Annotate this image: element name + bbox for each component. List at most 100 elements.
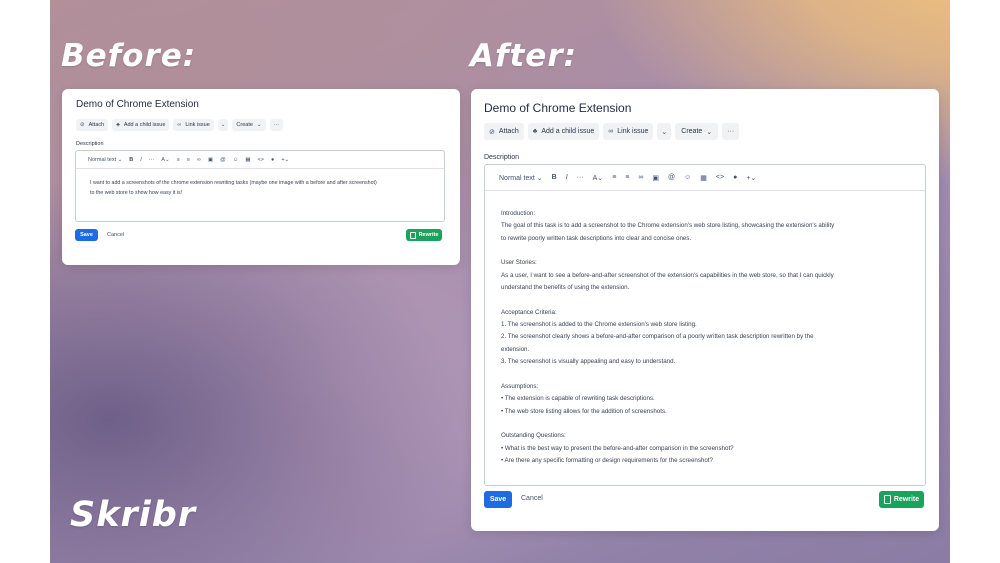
text-style-select[interactable]: Normal text ⌄ [499, 174, 543, 182]
text-line: • The extension is capable of rewriting … [501, 395, 655, 403]
description-editor[interactable]: Normal text ⌄ B I ··· A⌄ ≡ ≡ ∞ ▣ @ ☺ ▦ <… [75, 150, 445, 222]
mention-icon[interactable]: @ [220, 157, 226, 163]
create-button[interactable]: Create ⌄ [675, 123, 719, 140]
chevron-down-icon: ⌄ [220, 122, 226, 128]
create-label: Create [236, 122, 253, 128]
bullet-list-icon[interactable]: ≡ [612, 174, 616, 181]
cancel-button[interactable]: Cancel [521, 495, 543, 502]
insert-icon[interactable]: +⌄ [281, 157, 289, 163]
add-child-issue-button[interactable]: ♣ Add a child issue [112, 119, 170, 131]
bold-icon[interactable]: B [129, 157, 133, 163]
text-line: • What is the best way to present the be… [501, 444, 734, 452]
text-line: to the web store to show how easy it is! [90, 190, 183, 196]
child-issue-icon: ♣ [532, 128, 538, 135]
text-line: Acceptance Criteria: [501, 308, 557, 316]
create-button[interactable]: Create ⌄ [232, 119, 266, 131]
add-child-issue-label: Add a child issue [123, 122, 166, 128]
info-icon[interactable]: ● [733, 174, 737, 181]
text-line: Outstanding Questions: [501, 432, 566, 440]
text-line: As a user, I want to see a before-and-af… [501, 271, 834, 279]
text-line: The goal of this task is to add a screen… [501, 222, 835, 230]
after-panel: Demo of Chrome Extension ⊘ Attach ♣ Add … [471, 89, 939, 531]
text-line: I want to add a screenshots of the chrom… [90, 180, 377, 186]
attach-label: Attach [88, 122, 105, 128]
rewrite-label: Rewrite [418, 232, 439, 238]
link-issue-button[interactable]: ∞ Link issue [173, 119, 214, 131]
issue-title[interactable]: Demo of Chrome Extension [76, 99, 199, 110]
link-issue-button[interactable]: ∞ Link issue [603, 123, 654, 140]
text-line: User Stories: [501, 259, 537, 267]
document-icon [409, 231, 416, 239]
italic-icon[interactable]: I [566, 174, 568, 181]
link-issue-label: Link issue [617, 128, 649, 135]
paperclip-icon: ⊘ [489, 128, 495, 136]
editor-content[interactable]: Introduction: The goal of this task is t… [501, 208, 834, 467]
attach-label: Attach [498, 128, 519, 135]
more-icon: ··· [273, 122, 280, 128]
text-line: Assumptions: [501, 382, 539, 390]
more-actions-button[interactable]: ··· [722, 123, 740, 140]
text-line [501, 245, 834, 257]
editor-content[interactable]: I want to add a screenshots of the chrom… [90, 178, 377, 198]
issue-title[interactable]: Demo of Chrome Extension [484, 101, 631, 115]
before-heading: Before: [61, 38, 197, 74]
text-line [501, 418, 834, 430]
bold-icon[interactable]: B [552, 174, 557, 181]
info-icon[interactable]: ● [271, 157, 274, 163]
chevron-down-icon: ⌄ [536, 174, 543, 182]
create-label: Create [681, 128, 703, 135]
numbered-list-icon[interactable]: ≡ [625, 174, 629, 181]
chevron-down-icon: ⌄ [706, 128, 713, 136]
more-icon: ··· [727, 128, 735, 135]
text-color-icon[interactable]: A⌄ [593, 174, 604, 182]
text-line: 3. The screenshot is visually appealing … [501, 358, 676, 366]
link-issue-dropdown[interactable]: ⌄ [217, 119, 229, 131]
text-line: • Are there any specific formatting or d… [501, 456, 713, 464]
link-icon: ∞ [608, 128, 614, 135]
text-line: • The web store listing allows for the a… [501, 407, 667, 415]
more-formatting-icon[interactable]: ··· [149, 157, 155, 163]
save-button[interactable]: Save [75, 229, 98, 241]
emoji-icon[interactable]: ☺ [684, 174, 691, 181]
text-color-icon[interactable]: A⌄ [161, 157, 169, 163]
child-issue-icon: ♣ [116, 122, 120, 128]
rewrite-label: Rewrite [893, 496, 920, 503]
text-style-label: Normal text [88, 156, 117, 163]
cancel-button[interactable]: Cancel [107, 232, 124, 238]
attach-button[interactable]: ⊘ Attach [484, 123, 524, 140]
table-icon[interactable]: ▦ [245, 157, 250, 163]
link-icon: ∞ [177, 122, 182, 128]
code-icon[interactable]: <> [716, 174, 724, 181]
insert-icon[interactable]: +⌄ [746, 174, 756, 182]
image-icon[interactable]: ▣ [208, 157, 213, 163]
mention-icon[interactable]: @ [668, 174, 675, 181]
add-child-issue-button[interactable]: ♣ Add a child issue [527, 123, 600, 140]
before-panel: Demo of Chrome Extension ⊘ Attach ♣ Add … [62, 89, 460, 265]
attach-button[interactable]: ⊘ Attach [76, 119, 109, 131]
text-line: to rewrite poorly written task descripti… [501, 234, 692, 242]
code-icon[interactable]: <> [258, 157, 264, 163]
text-style-label: Normal text [499, 174, 535, 182]
numbered-list-icon[interactable]: ≡ [187, 157, 190, 163]
emoji-icon[interactable]: ☺ [233, 157, 239, 163]
link-issue-label: Link issue [185, 122, 210, 128]
more-actions-button[interactable]: ··· [269, 119, 284, 131]
text-line [501, 368, 834, 380]
link-icon[interactable]: ∞ [638, 174, 643, 181]
table-icon[interactable]: ▦ [700, 174, 707, 182]
text-line [501, 294, 834, 306]
rewrite-button[interactable]: Rewrite [406, 229, 442, 241]
chevron-down-icon: ⌄ [256, 122, 262, 128]
paperclip-icon: ⊘ [80, 122, 85, 128]
bullet-list-icon[interactable]: ≡ [177, 157, 180, 163]
text-style-select[interactable]: Normal text ⌄ [88, 157, 122, 163]
italic-icon[interactable]: I [140, 157, 142, 163]
rewrite-button[interactable]: Rewrite [879, 491, 924, 508]
description-editor[interactable]: Normal text ⌄ B I ··· A⌄ ≡ ≡ ∞ ▣ @ ☺ ▦ <… [484, 164, 926, 486]
image-icon[interactable]: ▣ [652, 174, 659, 182]
link-icon[interactable]: ∞ [197, 157, 201, 163]
save-button[interactable]: Save [484, 491, 512, 508]
more-formatting-icon[interactable]: ··· [577, 174, 584, 181]
link-issue-dropdown[interactable]: ⌄ [657, 123, 672, 140]
text-line: 1. The screenshot is added to the Chrome… [501, 321, 697, 329]
